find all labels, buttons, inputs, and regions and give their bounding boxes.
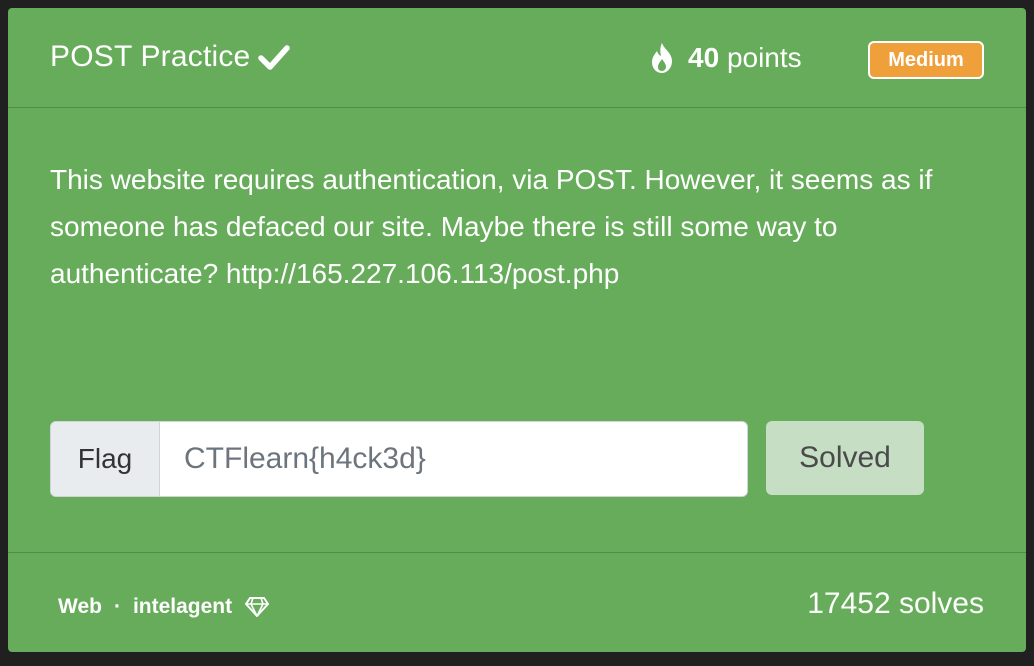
points-display: 40 points [648, 42, 802, 74]
fire-icon [652, 43, 672, 73]
challenge-title-row: POST Practice [50, 40, 291, 74]
solved-button[interactable]: Solved [766, 421, 924, 495]
flag-input[interactable] [160, 422, 747, 496]
points-value: 40 [688, 42, 720, 73]
separator: · [113, 595, 121, 618]
card-footer: Web · intelagent 17452 solves [8, 552, 1026, 653]
flag-input-group: Flag [50, 421, 748, 497]
diamond-icon [245, 597, 270, 617]
challenge-description: This website requires authentication, vi… [50, 164, 933, 289]
footer-meta: Web · intelagent [58, 595, 270, 619]
points-label: points [726, 42, 802, 73]
check-icon [258, 45, 291, 70]
difficulty-badge: Medium [868, 41, 984, 79]
card-header: POST Practice 40 points Medium [8, 8, 1026, 108]
solves-count: 17452 solves [807, 587, 984, 620]
category-link[interactable]: Web [58, 595, 102, 619]
flag-label: Flag [51, 422, 160, 496]
author-link[interactable]: intelagent [133, 595, 232, 619]
challenge-card: POST Practice 40 points Medium This webs… [8, 8, 1026, 652]
challenge-title: POST Practice [50, 40, 251, 73]
